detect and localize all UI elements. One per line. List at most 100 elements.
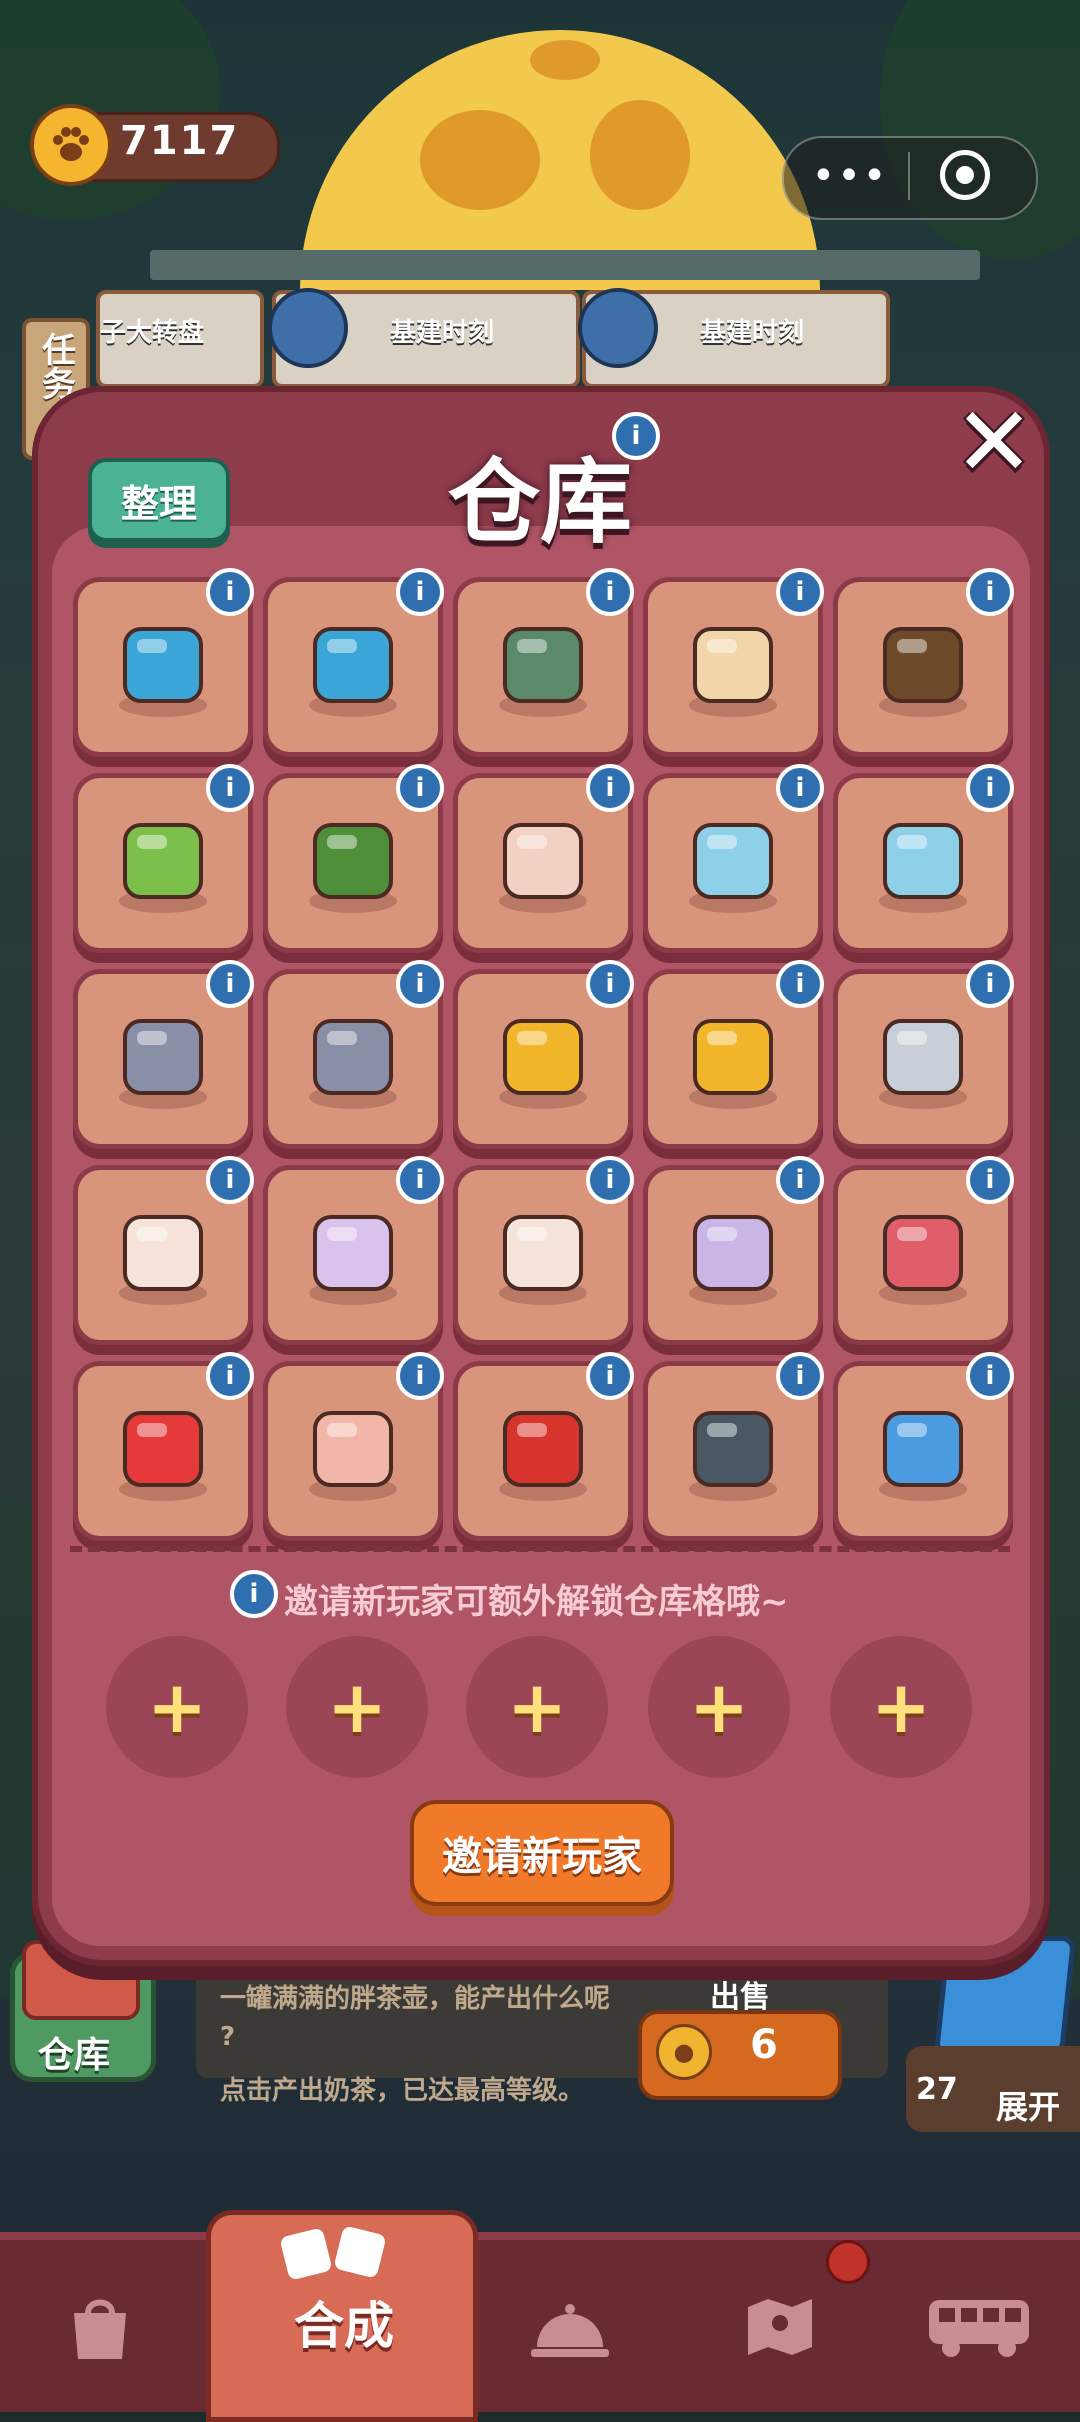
info-icon[interactable]: i bbox=[206, 960, 254, 1008]
paint-roller-icon bbox=[268, 288, 348, 368]
warehouse-slot[interactable]: i bbox=[648, 568, 824, 752]
info-icon[interactable]: i bbox=[230, 1570, 278, 1618]
wheel-card-label: 子大转盘 bbox=[100, 318, 205, 348]
info-icon[interactable]: i bbox=[396, 1352, 444, 1400]
info-icon[interactable]: i bbox=[396, 1156, 444, 1204]
warehouse-slot[interactable]: i bbox=[838, 960, 1014, 1144]
music-box-icon bbox=[879, 1215, 967, 1305]
paw-coin-icon: ● bbox=[656, 2024, 712, 2080]
info-icon[interactable]: i bbox=[776, 960, 824, 1008]
herb-cutting-board-icon bbox=[119, 823, 207, 913]
warehouse-slot[interactable]: i bbox=[838, 568, 1014, 752]
fish-statue-icon bbox=[309, 1019, 397, 1109]
warehouse-slot[interactable]: i bbox=[268, 764, 444, 948]
coin-value: 7117 bbox=[120, 118, 240, 164]
locked-slot[interactable]: + bbox=[286, 1636, 428, 1778]
double-happiness-sign-icon bbox=[119, 1411, 207, 1501]
warehouse-slot[interactable]: i bbox=[648, 1156, 824, 1340]
close-icon[interactable]: ✕ bbox=[950, 394, 1038, 490]
info-icon[interactable]: i bbox=[966, 1156, 1014, 1204]
info-icon[interactable]: i bbox=[776, 1156, 824, 1204]
warehouse-slot[interactable]: i bbox=[458, 764, 634, 948]
warehouse-slot[interactable]: i bbox=[78, 1156, 254, 1340]
photo-puzzle-icon bbox=[879, 823, 967, 913]
item-description-line2: ? bbox=[220, 2022, 236, 2052]
info-icon[interactable]: i bbox=[206, 568, 254, 616]
info-icon[interactable]: i bbox=[776, 1352, 824, 1400]
info-icon[interactable]: i bbox=[586, 764, 634, 812]
warehouse-slot[interactable]: i bbox=[458, 568, 634, 752]
info-icon[interactable]: i bbox=[206, 1156, 254, 1204]
ellipsis-icon: ••• bbox=[811, 153, 889, 199]
info-icon[interactable]: i bbox=[966, 568, 1014, 616]
locked-slot[interactable]: + bbox=[648, 1636, 790, 1778]
info-icon[interactable]: i bbox=[586, 960, 634, 1008]
warehouse-slot[interactable]: i bbox=[458, 1156, 634, 1340]
sort-button[interactable]: 整理 bbox=[88, 458, 230, 542]
build-card-1-label: 基建时刻 bbox=[390, 318, 495, 348]
orb-pendant-icon bbox=[689, 1215, 777, 1305]
paw-coin-icon bbox=[30, 104, 112, 186]
warehouse-slot[interactable]: i bbox=[78, 960, 254, 1144]
info-icon[interactable]: i bbox=[586, 1156, 634, 1204]
warehouse-slot[interactable]: i bbox=[268, 1156, 444, 1340]
item-description-line1: 一罐满满的胖茶壶，能产出什么呢 bbox=[220, 1984, 611, 2014]
warehouse-slot[interactable]: i bbox=[648, 960, 824, 1144]
whistle-icon bbox=[879, 1019, 967, 1109]
warehouse-slot[interactable]: i bbox=[458, 1352, 634, 1536]
item-description-line3: 点击产出奶茶，已达最高等级。 bbox=[220, 2076, 585, 2106]
warehouse-slot[interactable]: i bbox=[838, 1156, 1014, 1340]
warehouse-slot[interactable]: i bbox=[838, 764, 1014, 948]
invite-player-button[interactable]: 邀请新玩家 bbox=[410, 1800, 674, 1906]
build-card-2-label: 基建时刻 bbox=[700, 318, 805, 348]
notification-dot bbox=[826, 2240, 870, 2284]
warehouse-slot[interactable]: i bbox=[268, 568, 444, 752]
dumpling-bowl-icon bbox=[689, 627, 777, 717]
locked-slot[interactable]: + bbox=[106, 1636, 248, 1778]
expand-label: 展开 bbox=[996, 2088, 1061, 2126]
more-button[interactable]: ••• bbox=[800, 140, 900, 212]
sell-price: 6 bbox=[750, 2022, 778, 2068]
sauce-bottle-icon bbox=[879, 627, 967, 717]
tab-bus[interactable] bbox=[880, 2252, 1080, 2402]
info-icon[interactable]: i bbox=[586, 568, 634, 616]
info-icon[interactable]: i bbox=[966, 960, 1014, 1008]
building-roof bbox=[150, 250, 980, 280]
info-icon[interactable]: i bbox=[206, 764, 254, 812]
info-icon[interactable]: i bbox=[966, 764, 1014, 812]
photo-puzzle-icon bbox=[689, 823, 777, 913]
locked-slot[interactable]: + bbox=[466, 1636, 608, 1778]
warehouse-slot[interactable]: i bbox=[648, 1352, 824, 1536]
warehouse-slot[interactable]: i bbox=[838, 1352, 1014, 1536]
glass-jar-icon bbox=[119, 1215, 207, 1305]
task-label: 任务 bbox=[35, 332, 76, 400]
info-icon[interactable]: i bbox=[206, 1352, 254, 1400]
warehouse-label: 仓库 bbox=[38, 2035, 111, 2076]
warehouse-slot[interactable]: i bbox=[268, 960, 444, 1144]
blue-fish-icon bbox=[879, 1411, 967, 1501]
info-icon[interactable]: i bbox=[966, 1352, 1014, 1400]
tab-shop[interactable] bbox=[0, 2252, 200, 2402]
info-icon[interactable]: i bbox=[776, 568, 824, 616]
locked-slot[interactable]: + bbox=[830, 1636, 972, 1778]
info-icon[interactable]: i bbox=[776, 764, 824, 812]
info-icon[interactable]: i bbox=[396, 764, 444, 812]
info-icon[interactable]: i bbox=[396, 960, 444, 1008]
glass-jar-icon bbox=[499, 1215, 587, 1305]
info-icon[interactable]: i bbox=[586, 1352, 634, 1400]
warehouse-slot[interactable]: i bbox=[458, 960, 634, 1144]
bus-icon bbox=[929, 2300, 1029, 2357]
gold-medal-icon bbox=[689, 1019, 777, 1109]
warehouse-slot[interactable]: i bbox=[648, 764, 824, 948]
tab-merge-label: 合成 bbox=[294, 2297, 394, 2355]
warehouse-slot[interactable]: i bbox=[78, 568, 254, 752]
target-icon[interactable] bbox=[940, 150, 990, 200]
warehouse-slot[interactable]: i bbox=[268, 1352, 444, 1536]
tab-service[interactable] bbox=[470, 2252, 670, 2402]
info-icon[interactable]: i bbox=[396, 568, 444, 616]
invite-note: 邀请新玩家可额外解锁仓库格哦~ bbox=[284, 1582, 789, 1622]
warehouse-slot[interactable]: i bbox=[78, 1352, 254, 1536]
info-icon[interactable]: i bbox=[612, 412, 660, 460]
warehouse-slot[interactable]: i bbox=[78, 764, 254, 948]
capsule-divider bbox=[908, 152, 910, 200]
